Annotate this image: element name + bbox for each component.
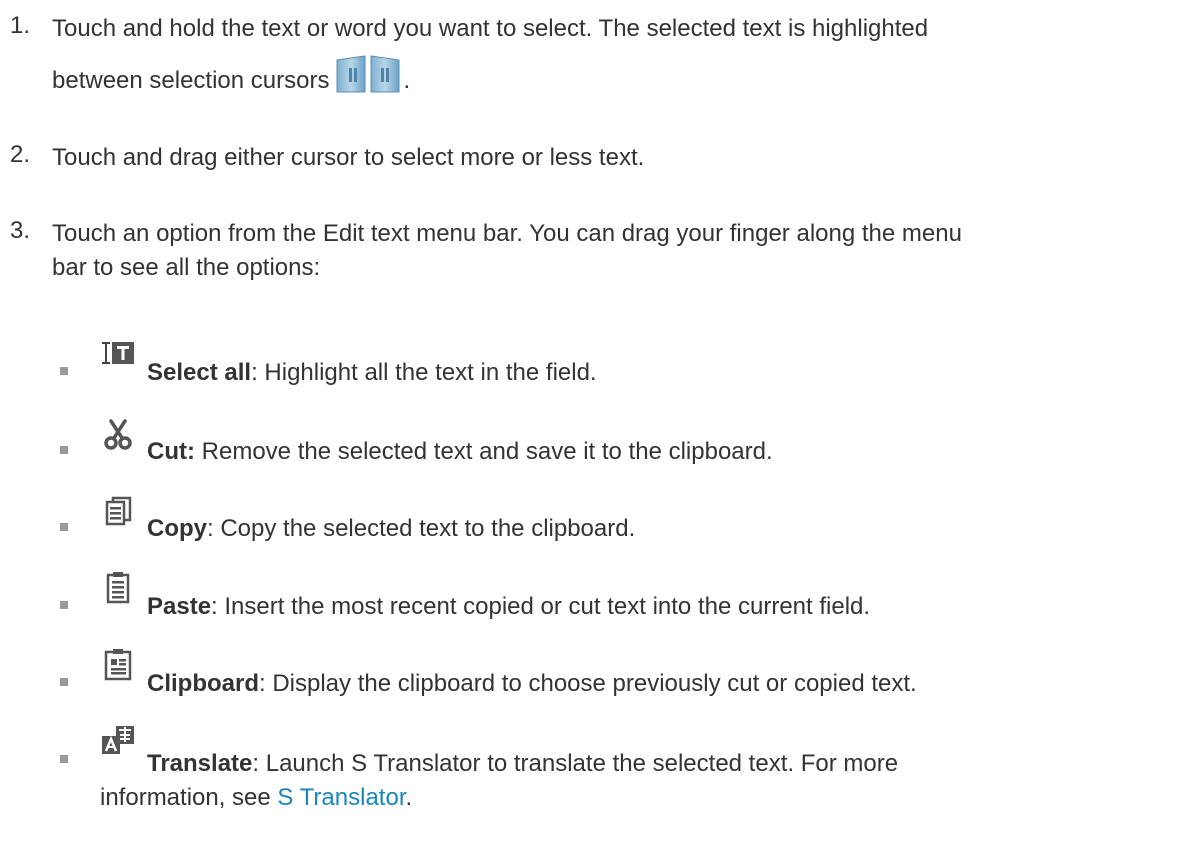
option-text: Translate: Launch S Translator to transl… xyxy=(147,747,898,781)
option-label: Copy xyxy=(147,515,207,542)
bullet xyxy=(60,678,68,686)
bullet xyxy=(60,367,68,375)
step-number: 1. xyxy=(10,12,31,39)
bullet xyxy=(60,446,68,454)
step-line-2-text: between selection cursors xyxy=(52,67,330,94)
step-line-2: bar to see all the options: xyxy=(52,254,321,281)
option-label: Select all xyxy=(147,359,252,386)
step-number: 3. xyxy=(10,217,31,244)
option-desc: : Copy the selected text to the clipboar… xyxy=(207,515,636,542)
s-translator-link[interactable]: S Translator xyxy=(277,784,405,811)
option-text: Paste: Insert the most recent copied or … xyxy=(147,593,870,621)
option-label: Translate xyxy=(147,750,253,777)
option-desc: Remove the selected text and save it to … xyxy=(194,438,773,465)
option-desc: : Launch S Translator to translate the s… xyxy=(252,750,899,777)
step-text: Touch and hold the text or word you want… xyxy=(52,12,928,98)
step-line-2: between selection cursors . xyxy=(52,54,928,98)
cut-icon xyxy=(100,418,136,454)
step-line: Touch and drag either cursor to select m… xyxy=(52,144,645,171)
option-text: Clipboard: Display the clipboard to choo… xyxy=(147,670,917,698)
option-desc-end: . xyxy=(405,784,413,811)
select-all-icon xyxy=(100,340,136,376)
step-number: 2. xyxy=(10,141,31,168)
copy-icon xyxy=(100,495,136,531)
option-desc: : Display the clipboard to choose previo… xyxy=(259,670,917,697)
option-label: Clipboard xyxy=(147,670,259,697)
step-line-2-end: . xyxy=(403,67,411,94)
option-text: Cut: Remove the selected text and save i… xyxy=(147,438,773,466)
translate-icon xyxy=(100,724,136,760)
clipboard-icon xyxy=(100,647,136,683)
bullet xyxy=(60,523,68,531)
step-text: Touch an option from the Edit text menu … xyxy=(52,217,962,285)
option-desc-line-2: information, see xyxy=(100,784,278,811)
step-line: Touch an option from the Edit text menu … xyxy=(52,220,962,247)
option-text: Copy: Copy the selected text to the clip… xyxy=(147,515,635,543)
bullet xyxy=(60,755,68,763)
bullet xyxy=(60,601,68,609)
step-line: Touch and hold the text or word you want… xyxy=(52,15,929,42)
selection-cursors-icon xyxy=(335,54,403,94)
paste-icon xyxy=(100,570,136,606)
option-text-line-2: information, see S Translator. xyxy=(100,781,412,815)
option-label: Paste xyxy=(147,593,212,620)
option-desc: : Insert the most recent copied or cut t… xyxy=(211,593,871,620)
option-label: Cut: xyxy=(147,438,195,465)
option-desc: : Highlight all the text in the field. xyxy=(251,359,597,386)
option-text: Select all: Highlight all the text in th… xyxy=(147,359,597,387)
